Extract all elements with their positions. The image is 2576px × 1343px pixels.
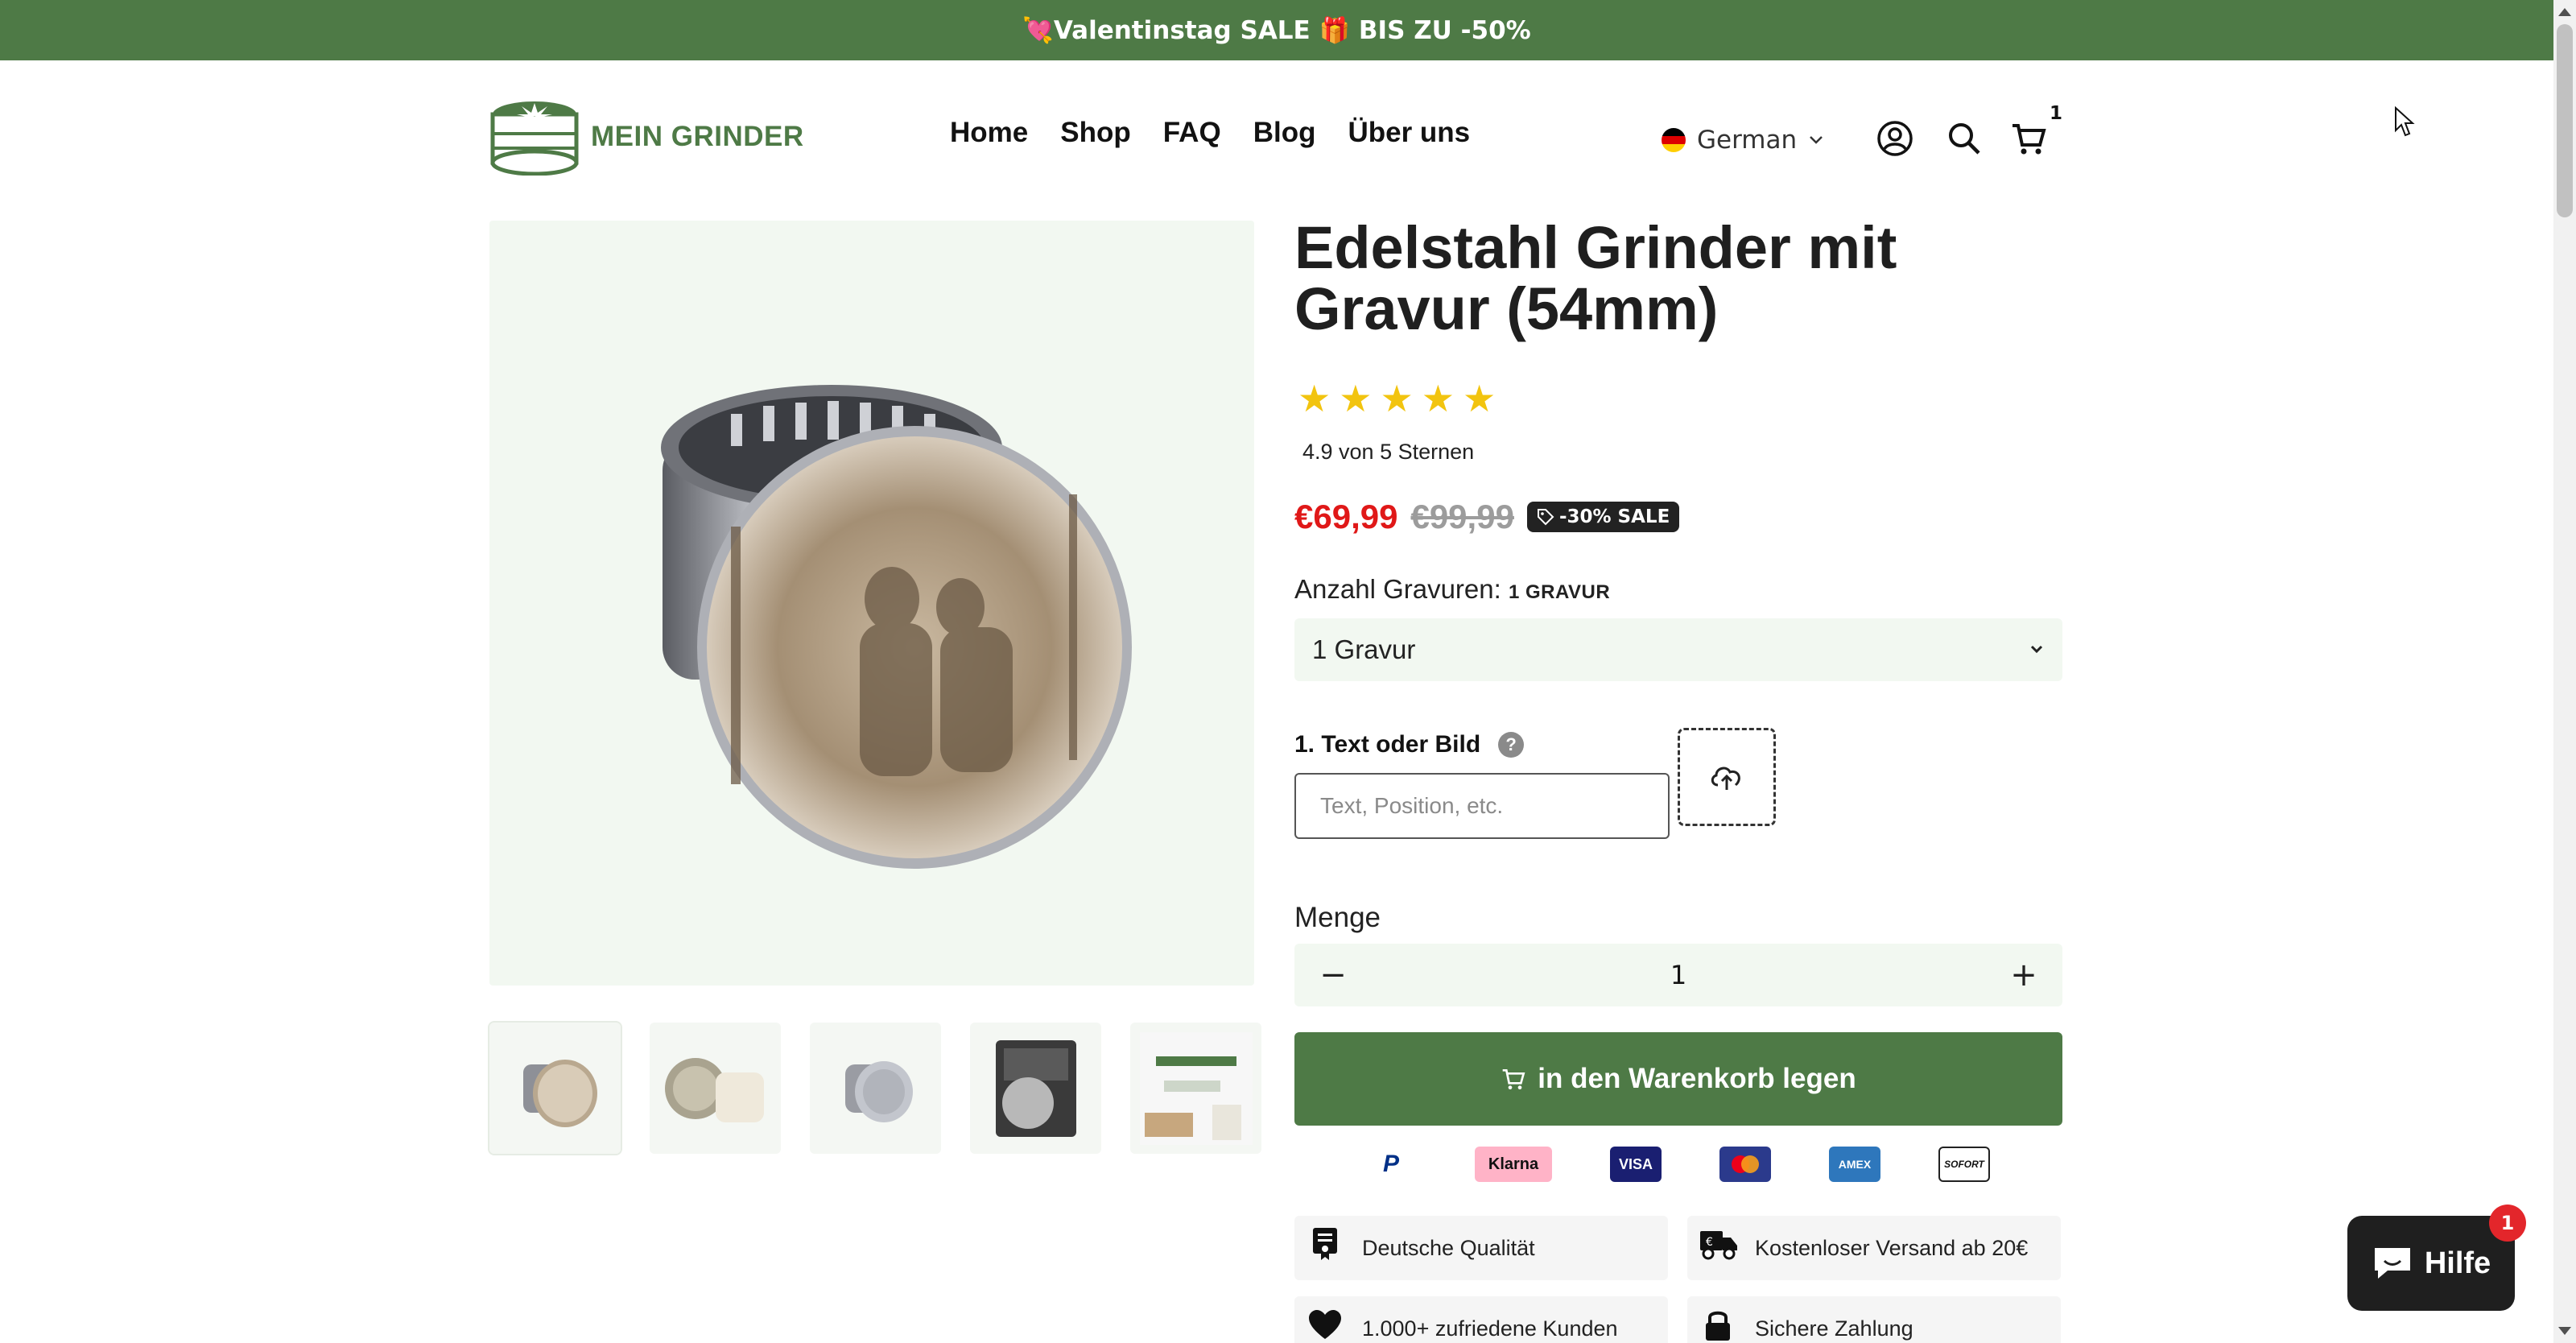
thumbnail-2[interactable] [650,1023,781,1154]
feature-customers: 1.000+ zufriedene Kunden [1294,1296,1668,1343]
cart-icon[interactable] [2009,119,2048,158]
add-to-cart-label: in den Warenkorb legen [1538,1063,1856,1094]
sofort-icon: SOFORT [1938,1147,1990,1182]
option-value: 1 GRAVUR [1508,581,1611,603]
quantity-minus-button[interactable]: − [1317,957,1349,994]
tag-icon [1537,509,1554,526]
announcement-bar: 💘Valentinstag SALE 🎁 BIS ZU -50% [0,0,2553,60]
feature-text: Sichere Zahlung [1755,1316,1913,1341]
mastercard-icon [1719,1147,1771,1182]
engraving-count-select[interactable]: 1 Gravur [1294,618,2062,681]
chevron-down-icon [1810,136,1823,144]
thumbnail-5[interactable] [1130,1023,1261,1154]
product-main-image[interactable] [489,221,1254,986]
compare-price: €99,99 [1410,498,1514,535]
star-icon: ★ [1298,377,1331,420]
nav-blog[interactable]: Blog [1253,117,1316,149]
add-to-cart-button[interactable]: in den Warenkorb legen [1294,1032,2062,1126]
help-icon[interactable]: ? [1498,732,1525,758]
star-icon: ★ [1421,377,1455,420]
cart-count-badge: 1 [2050,103,2063,124]
language-label: German [1697,126,1798,155]
language-selector[interactable]: German [1662,126,1824,155]
chat-bubble-icon [2374,1248,2410,1279]
engraving-label: 1. Text oder Bild ? [1294,731,1525,758]
cart-icon [1502,1069,1525,1089]
nav-about[interactable]: Über uns [1348,117,1470,149]
sale-badge: -30% SALE [1526,502,1680,532]
scroll-down-icon[interactable] [2558,1327,2571,1335]
lock-icon [1699,1307,1737,1343]
account-icon[interactable] [1876,119,1914,158]
chat-notification-badge: 1 [2489,1205,2526,1242]
visa-icon: VISA [1610,1147,1662,1182]
feature-payment: Sichere Zahlung [1687,1296,2061,1343]
quantity-plus-button[interactable]: + [2008,957,2040,994]
sale-badge-text: -30% SALE [1558,506,1670,527]
chevron-down-icon [2030,645,2043,654]
feature-quality: Deutsche Qualität [1294,1216,1668,1280]
heart-icon [1306,1308,1344,1343]
paypal-icon: P [1382,1151,1399,1177]
svg-text:€: € [1706,1236,1713,1249]
price-row: €69,99 €99,99 -30% SALE [1294,498,1680,536]
star-icon: ★ [1463,377,1496,420]
product-title: Edelstahl Grinder mit Gravur (54mm) [1294,214,1897,342]
nav-faq[interactable]: FAQ [1163,117,1221,149]
feature-text: Kostenloser Versand ab 20€ [1755,1235,2029,1260]
thumbnail-4[interactable] [970,1023,1101,1154]
engraving-label-text: 1. Text oder Bild [1294,731,1481,758]
announcement-text: 💘Valentinstag SALE 🎁 BIS ZU -50% [1022,16,1531,45]
nav-shop[interactable]: Shop [1060,117,1130,149]
search-icon[interactable] [1945,119,1984,158]
cloud-upload-icon [1711,767,1740,790]
page-scrollbar[interactable] [2553,0,2576,1343]
star-icon: ★ [1380,377,1414,420]
amex-icon: AMEX [1829,1147,1880,1182]
logo-text: MEIN GRINDER [591,121,804,152]
nav-home[interactable]: Home [950,117,1028,149]
thumbnail-1[interactable] [488,1021,622,1155]
site-logo[interactable]: MEIN GRINDER [489,98,804,176]
thumbnail-3[interactable] [810,1023,941,1154]
klarna-icon: Klarna [1475,1147,1552,1182]
mouse-cursor-icon [2395,106,2415,137]
rating-text: 4.9 von 5 Sternen [1302,440,1475,464]
scrollbar-thumb[interactable] [2557,24,2573,217]
star-icon: ★ [1339,377,1373,420]
certificate-icon [1306,1226,1344,1270]
truck-icon: € [1699,1228,1737,1268]
image-upload-button[interactable] [1678,728,1776,826]
main-nav: Home Shop FAQ Blog Über uns [950,117,1470,149]
german-flag-icon [1662,128,1686,152]
payment-icons: P Klarna VISA AMEX SOFORT [1365,1147,1990,1182]
grinder-photo [661,385,1132,869]
quantity-stepper: − 1 + [1294,944,2062,1006]
quantity-value[interactable]: 1 [1670,960,1686,990]
feature-text: Deutsche Qualität [1362,1235,1535,1260]
feature-shipping: € Kostenloser Versand ab 20€ [1687,1216,2061,1280]
scroll-up-icon[interactable] [2558,8,2571,16]
feature-text: 1.000+ zufriedene Kunden [1362,1316,1618,1341]
chat-label: Hilfe [2424,1246,2491,1280]
thumbnail-strip [488,1021,1261,1155]
grinder-logo-icon [490,101,579,176]
option-label: Anzahl Gravuren: 1 GRAVUR [1294,574,1610,605]
sale-price: €69,99 [1294,498,1398,535]
option-label-text: Anzahl Gravuren: [1294,574,1501,604]
engraving-text-input[interactable] [1294,773,1670,839]
rating-stars: ★ ★ ★ ★ ★ [1298,377,1496,420]
quantity-label: Menge [1294,902,1381,933]
select-value: 1 Gravur [1312,634,1416,664]
